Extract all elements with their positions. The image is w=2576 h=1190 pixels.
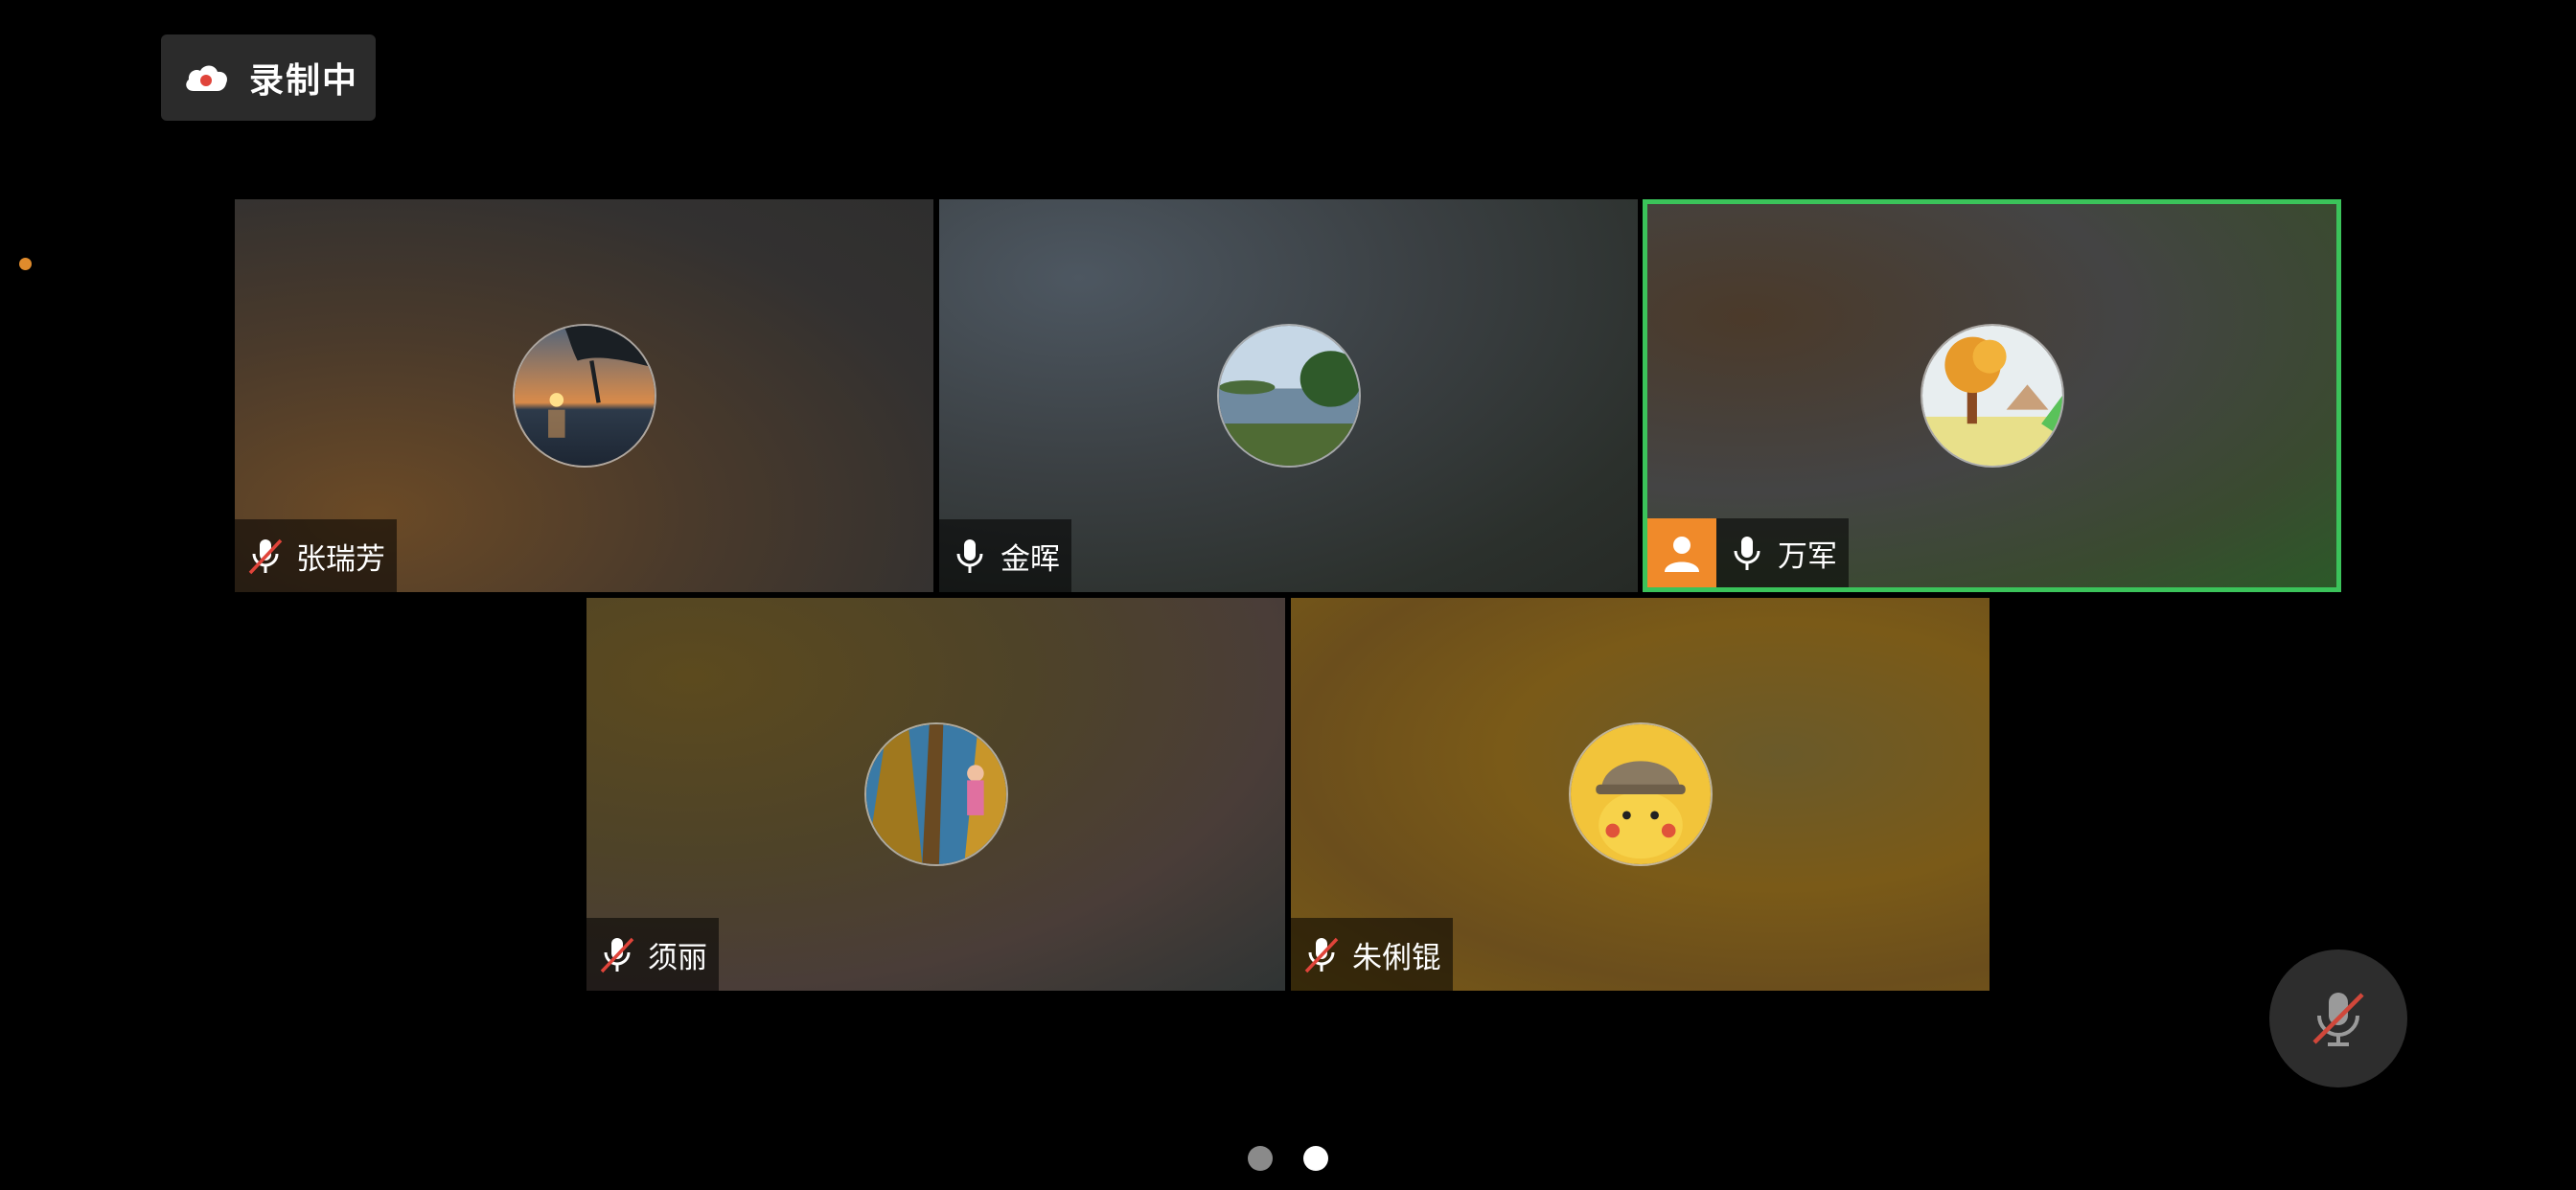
participant-name: 金晖 — [1000, 541, 1060, 577]
participant-name-tag: 朱俐锟 — [1291, 918, 1453, 991]
participant-tile[interactable]: 须丽 — [586, 598, 1285, 991]
participant-tile[interactable]: 金晖 — [939, 199, 1638, 592]
forest-person-avatar — [863, 722, 1008, 866]
mic-muted-icon — [600, 937, 634, 973]
mic-muted-icon — [248, 538, 283, 575]
participant-name-tag: 张瑞芳 — [235, 519, 397, 592]
mic-toggle-button[interactable] — [2269, 950, 2407, 1087]
host-user-icon — [1665, 537, 1699, 572]
participant-name: 万军 — [1778, 538, 1837, 574]
lake-landscape-avatar — [1216, 324, 1361, 468]
mic-muted-icon — [1304, 937, 1339, 973]
participant-name: 须丽 — [648, 940, 707, 975]
recording-indicator[interactable]: 录制中 — [161, 34, 376, 121]
cloud-record-icon — [186, 65, 227, 91]
mic-muted-icon — [2312, 993, 2364, 1046]
participant-tile[interactable]: 张瑞芳 — [235, 199, 933, 592]
recording-label: 录制中 — [249, 61, 359, 101]
participant-name: 张瑞芳 — [296, 541, 385, 577]
participant-tile-active[interactable]: 万军 — [1643, 199, 2341, 592]
mic-icon — [1734, 537, 1760, 570]
autumn-tree-avatar — [1920, 324, 2064, 468]
network-status-dot — [19, 258, 32, 270]
participant-name-tag: 金晖 — [939, 519, 1071, 592]
participant-name-tag: 万军 — [1716, 518, 1849, 587]
sunset-sea-avatar — [512, 324, 656, 468]
participant-tile[interactable]: 朱俐锟 — [1291, 598, 1990, 991]
participant-name-tag: 须丽 — [586, 918, 719, 991]
participant-name: 朱俐锟 — [1352, 940, 1441, 975]
host-badge — [1647, 518, 1716, 587]
mic-icon — [956, 539, 983, 573]
page-indicator-1[interactable] — [1248, 1146, 1273, 1171]
page-indicator-2[interactable] — [1303, 1146, 1328, 1171]
pikachu-detective-avatar — [1568, 722, 1713, 866]
